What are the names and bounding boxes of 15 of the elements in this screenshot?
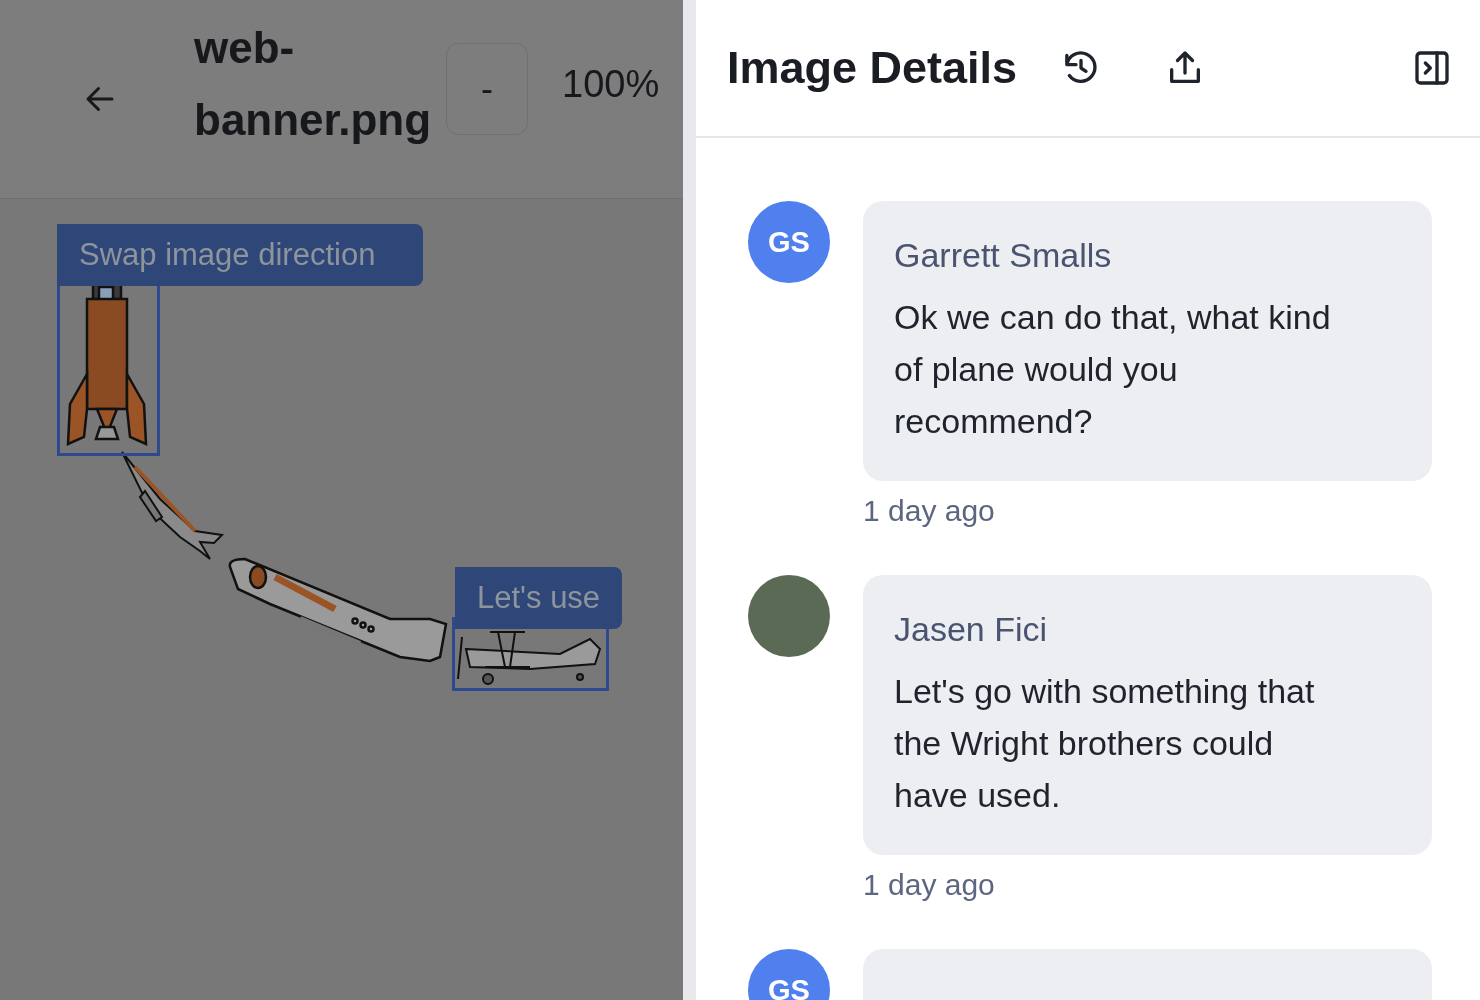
zoom-level: 100%: [562, 62, 660, 106]
zoom-out-button[interactable]: -: [446, 43, 528, 135]
comment-text: Let's go with something that the Wright brothers could have used.: [894, 671, 1316, 816]
comment-time: 1 day ago: [863, 493, 996, 529]
annotation-label[interactable]: Swap image direction: [57, 224, 423, 286]
annotation-label[interactable]: Let's use: [455, 567, 623, 629]
comment-time: 1 day ago: [863, 867, 996, 903]
panel-title: Image Details: [727, 42, 1018, 94]
avatar: GS: [748, 201, 830, 283]
avatar: GS: [748, 949, 830, 1000]
file-name: web-banner.png: [194, 22, 433, 146]
collapse-panel-icon[interactable]: [1412, 48, 1452, 88]
comment-author: Jasen Fici: [894, 609, 1049, 649]
comment-text: Ok we can do that, what kind of plane would you recommend?: [894, 297, 1332, 442]
comment-author: Garrett Smalls: [894, 235, 1113, 275]
